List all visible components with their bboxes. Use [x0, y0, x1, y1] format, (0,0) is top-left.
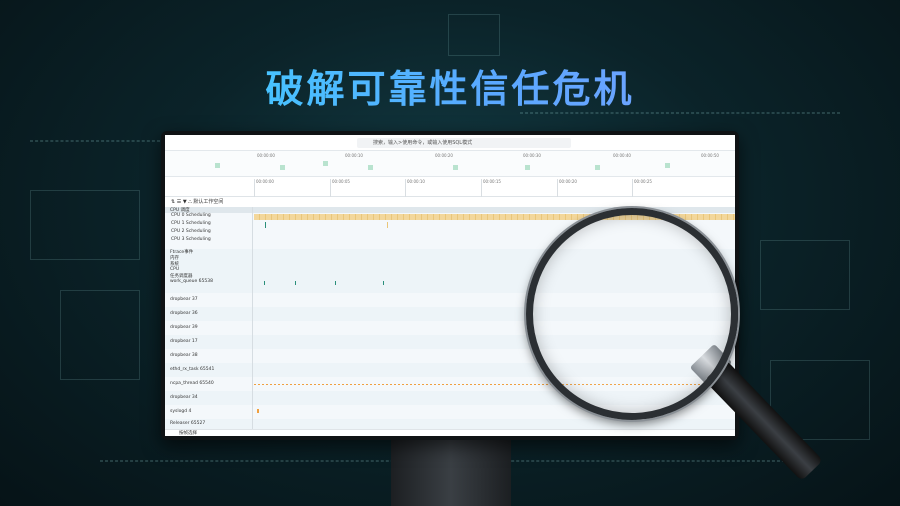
search-input[interactable]: 搜索，输入>使用命令，或输入使用SQL模式: [357, 138, 571, 148]
ruler-tick: 00:00:10: [405, 179, 425, 197]
overview-tick: 00:00:40: [613, 153, 631, 158]
overview-tick: 00:00:00: [257, 153, 275, 158]
event-marker[interactable]: [383, 281, 384, 285]
ruler-tick: 00:00:05: [330, 179, 350, 197]
cpu-slice[interactable]: [387, 222, 388, 228]
overview-activity: [215, 163, 220, 168]
overview-activity: [453, 165, 458, 170]
monitor-stand: [391, 440, 511, 506]
overview-activity: [368, 165, 373, 170]
bg-blueprint-left-2: [60, 290, 140, 380]
overview-activity: [665, 163, 670, 168]
bg-blueprint-left: [30, 190, 140, 260]
track-label-divider[interactable]: [165, 207, 253, 429]
overview-tick: 00:00:30: [523, 153, 541, 158]
overview-activity: [595, 165, 600, 170]
cpu-slice[interactable]: [265, 222, 266, 228]
frame-select-label[interactable]: 按帧选择: [179, 431, 197, 436]
ruler-tick: 00:00:25: [632, 179, 652, 197]
bg-dash-line: [30, 140, 160, 142]
event-marker[interactable]: [257, 409, 259, 413]
headline: 破解可靠性信任危机: [0, 58, 900, 113]
overview-tick: 00:00:50: [701, 153, 719, 158]
bg-blueprint-right: [760, 240, 850, 310]
ruler-tick: 00:00:20: [557, 179, 577, 197]
overview-activity: [323, 161, 328, 166]
event-marker[interactable]: [335, 281, 336, 285]
overview-activity: [280, 165, 285, 170]
overview-tick: 00:00:10: [345, 153, 363, 158]
workspace-label[interactable]: 默认工作空间: [193, 199, 223, 205]
bg-blueprint-chart: [448, 14, 500, 56]
workspace-toolbar: ⇅ ☰ ▼ ⛬ 默认工作空间: [165, 197, 735, 207]
ruler-tick: 00:00:15: [481, 179, 501, 197]
ruler-tick: 00:00:00: [254, 179, 274, 197]
event-marker[interactable]: [295, 281, 296, 285]
bottom-bar: 按帧选择: [165, 429, 735, 436]
time-ruler: 00:00:00 00:00:05 00:00:10 00:00:15 00:0…: [165, 177, 735, 197]
magnifying-glass-icon: [526, 208, 738, 420]
filter-icon[interactable]: ⇅ ☰ ▼: [171, 199, 188, 205]
overview-tick: 00:00:20: [435, 153, 453, 158]
event-marker[interactable]: [264, 281, 265, 285]
app-top-bar: 搜索，输入>使用命令，或输入使用SQL模式: [165, 135, 735, 151]
overview-activity: [525, 165, 530, 170]
timeline-overview[interactable]: 00:00:00 00:00:10 00:00:20 00:00:30 00:0…: [165, 151, 735, 177]
